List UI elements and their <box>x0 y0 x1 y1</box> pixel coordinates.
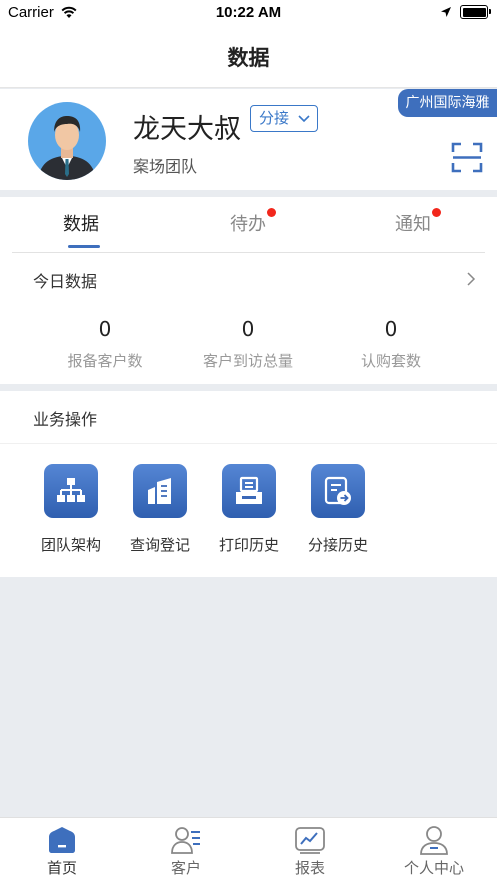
bottom-tab-bar: 首页 客户 报表 个人中心 <box>0 817 497 883</box>
clock: 10:22 AM <box>215 4 282 21</box>
building-icon <box>133 464 187 518</box>
avatar[interactable] <box>28 102 106 180</box>
tab-todo-label: 待办 <box>230 214 266 235</box>
team-name: 案场团队 <box>133 157 198 176</box>
profile-icon <box>420 826 448 855</box>
printer-icon <box>222 464 276 518</box>
tabbar-customer-label: 客户 <box>170 859 201 877</box>
battery-icon <box>460 5 491 19</box>
op-query-register-label: 查询登记 <box>129 536 190 554</box>
today-data-title[interactable]: 今日数据 <box>33 268 97 292</box>
stat-visits-label: 客户到访总量 <box>202 352 293 370</box>
tabbar-home[interactable]: 首页 <box>0 818 124 883</box>
tabbar-profile[interactable]: 个人中心 <box>372 818 496 883</box>
active-tab-indicator <box>68 245 100 248</box>
role-switch-label: 分接 <box>259 109 290 127</box>
todo-badge <box>267 208 276 217</box>
stat-subscriptions-value: 0 <box>384 317 398 341</box>
location-arrow-icon <box>441 7 451 17</box>
chevron-down-icon <box>298 115 310 123</box>
divider <box>0 443 497 444</box>
customer-icon <box>171 827 200 854</box>
home-icon <box>49 827 75 853</box>
divider <box>12 252 485 253</box>
nav-bar: 数据 <box>0 26 497 88</box>
tab-data[interactable]: 数据 <box>63 210 99 236</box>
tab-data-label: 数据 <box>63 214 99 235</box>
op-transfer-history-label: 分接历史 <box>307 536 368 554</box>
tab-notice[interactable]: 通知 <box>395 208 441 236</box>
tabbar-report[interactable]: 报表 <box>248 818 372 883</box>
org-chart-icon <box>44 464 98 518</box>
operations-card: 业务操作 团队架构 查询登记 打印历史 分接历史 <box>0 391 497 577</box>
tabbar-profile-label: 个人中心 <box>403 859 464 877</box>
page-title: 数据 <box>227 46 270 70</box>
op-team-structure-label: 团队架构 <box>40 536 101 554</box>
tab-notice-label: 通知 <box>395 214 431 235</box>
stat-report-customers-value: 0 <box>98 317 112 341</box>
avatar-person-icon <box>38 116 96 180</box>
chevron-right-icon[interactable] <box>466 272 476 286</box>
data-tabs-card: 数据 待办 通知 今日数据 0 报备客户数 0 客户到访总量 0 认购套数 <box>0 197 497 384</box>
scan-icon[interactable] <box>451 142 483 173</box>
tabbar-report-label: 报表 <box>294 859 325 877</box>
project-tag[interactable]: 广州国际海雅 <box>398 89 497 117</box>
tabbar-customer[interactable]: 客户 <box>124 818 248 883</box>
user-name: 龙天大叔 <box>133 114 241 145</box>
role-switch-button[interactable]: 分接 <box>250 105 318 132</box>
notice-badge <box>432 208 441 217</box>
document-forward-icon <box>311 464 365 518</box>
stat-report-customers-label: 报备客户数 <box>67 352 143 370</box>
status-bar: Carrier 10:22 AM <box>0 0 497 26</box>
operations-title: 业务操作 <box>33 410 98 429</box>
stat-visits-value: 0 <box>241 317 255 341</box>
stat-subscriptions-label: 认购套数 <box>360 352 421 370</box>
op-print-history-label: 打印历史 <box>218 536 279 554</box>
profile-card: 龙天大叔 分接 案场团队 广州国际海雅 <box>0 89 497 190</box>
tab-todo[interactable]: 待办 <box>230 208 276 236</box>
tabbar-home-label: 首页 <box>46 859 77 877</box>
report-icon <box>295 827 325 854</box>
